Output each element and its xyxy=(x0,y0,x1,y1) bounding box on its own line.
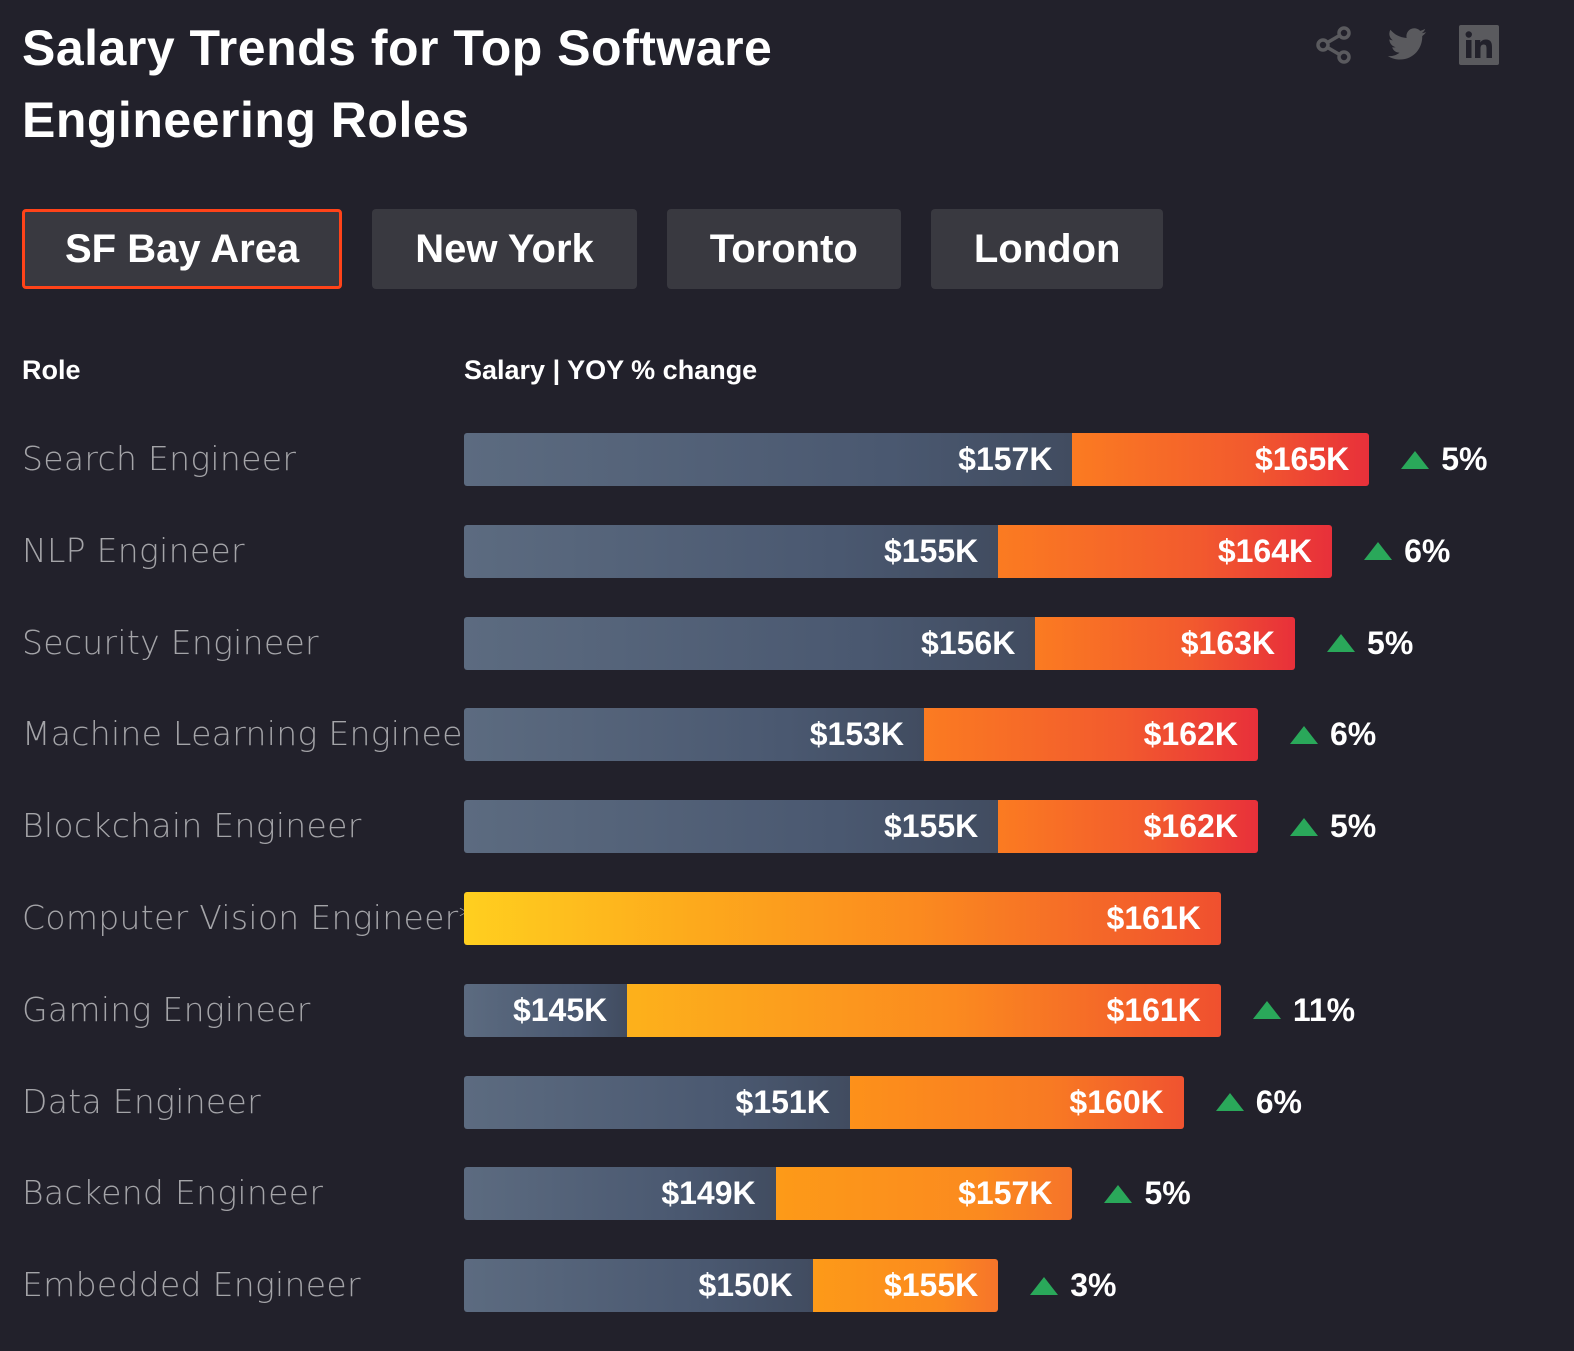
salary-bar[interactable]: $156K $163K xyxy=(464,616,1296,670)
up-arrow-icon xyxy=(1289,725,1318,744)
yoy-change-value: 5% xyxy=(1144,1175,1191,1212)
yoy-change-value: 6% xyxy=(1329,716,1377,753)
role-label: Machine Learning Engineer xyxy=(22,714,477,754)
up-arrow-icon xyxy=(1364,542,1393,561)
yoy-change: 5% xyxy=(1401,433,1487,486)
salary-chart: Search Engineer $157K $165K 5% NLP Engineer $… xyxy=(0,433,1574,1351)
yoy-change-value: 5% xyxy=(1367,624,1414,661)
twitter-icon[interactable] xyxy=(1386,24,1428,66)
yoy-change-value: 5% xyxy=(1329,808,1377,845)
location-tabs: SF Bay Area New York Toronto London xyxy=(22,209,1164,289)
up-arrow-icon xyxy=(1104,1184,1133,1203)
role-label: Blockchain Engineer xyxy=(22,806,362,846)
share-icon[interactable] xyxy=(1314,24,1356,66)
up-arrow-icon xyxy=(1215,1093,1244,1112)
column-header-salary: Salary | YOY % change xyxy=(464,355,758,385)
current-salary-label: $162K xyxy=(1143,808,1238,845)
salary-bar[interactable]: $145K $161K xyxy=(464,983,1221,1037)
current-salary-label: $165K xyxy=(1254,441,1350,477)
chart-row: Embedded Engineer $150K $155K 3% xyxy=(0,1259,1574,1351)
previous-salary-label: $151K xyxy=(735,1083,830,1120)
salary-bar[interactable]: $153K $162K xyxy=(464,708,1258,762)
salary-bar[interactable]: $151K $160K xyxy=(464,1075,1184,1129)
chart-row: Blockchain Engineer $155K $162K 5% xyxy=(0,800,1574,892)
yoy-change: 6% xyxy=(1364,525,1450,578)
yoy-change: 5% xyxy=(1104,1167,1191,1220)
yoy-change-value: 5% xyxy=(1441,441,1488,477)
chart-row: Data Engineer $151K $160K 6% xyxy=(0,1075,1574,1168)
role-label: Security Engineer xyxy=(22,622,319,662)
previous-salary-label: $156K xyxy=(921,624,1016,661)
previous-salary-label: $145K xyxy=(512,991,608,1028)
up-arrow-icon xyxy=(1252,1001,1281,1020)
current-salary-label: $163K xyxy=(1180,624,1276,661)
tab-london[interactable]: London xyxy=(930,209,1164,289)
column-header-role: Role xyxy=(22,355,81,385)
chart-row: Security Engineer $156K $163K 5% xyxy=(0,616,1574,709)
up-arrow-icon xyxy=(1030,1276,1059,1295)
previous-salary-label: $157K xyxy=(958,441,1053,477)
yoy-change: 6% xyxy=(1289,708,1377,761)
chart-row: Backend Engineer $149K $157K 5% xyxy=(0,1167,1574,1259)
role-label: Embedded Engineer xyxy=(22,1265,361,1305)
salary-bar[interactable]: $155K $164K xyxy=(464,524,1333,578)
salary-bar[interactable]: $161K xyxy=(464,891,1221,945)
salary-bar[interactable]: $155K $162K xyxy=(464,800,1258,854)
yoy-change-value: 6% xyxy=(1404,532,1451,569)
current-salary-label: $160K xyxy=(1069,1083,1164,1120)
chart-row: Search Engineer $157K $165K 5% xyxy=(0,433,1574,525)
chart-row: NLP Engineer $155K $164K 6% xyxy=(0,524,1574,617)
yoy-change: 5% xyxy=(1327,617,1413,670)
yoy-change: 5% xyxy=(1289,800,1377,853)
tab-new-york[interactable]: New York xyxy=(372,209,637,289)
up-arrow-icon xyxy=(1401,450,1430,469)
current-salary-label: $161K xyxy=(1106,991,1201,1028)
chart-row: Machine Learning Engineer $153K $162K 6% xyxy=(0,708,1574,800)
role-label: Gaming Engineer xyxy=(22,989,311,1029)
yoy-change: 11% xyxy=(1252,984,1356,1037)
yoy-change: 6% xyxy=(1215,1076,1302,1129)
current-salary-label: $162K xyxy=(1143,716,1238,753)
salary-bar[interactable]: $150K $155K xyxy=(464,1259,999,1313)
up-arrow-icon xyxy=(1289,817,1318,836)
yoy-change-value: 3% xyxy=(1070,1267,1117,1304)
tab-toronto[interactable]: Toronto xyxy=(666,209,901,289)
share-bar xyxy=(1314,24,1500,66)
current-salary-label: $157K xyxy=(958,1175,1053,1212)
role-label: Computer Vision Engineer* xyxy=(22,897,476,937)
current-salary-label: $164K xyxy=(1217,532,1313,569)
previous-salary-label: $150K xyxy=(698,1267,793,1304)
role-label: NLP Engineer xyxy=(22,530,245,570)
yoy-change-value: 6% xyxy=(1255,1083,1302,1120)
up-arrow-icon xyxy=(1327,634,1356,653)
salary-bar[interactable]: $149K $157K xyxy=(464,1167,1073,1221)
yoy-change-value: 11% xyxy=(1292,991,1356,1028)
current-salary-label: $161K xyxy=(1106,899,1201,936)
previous-salary-label: $153K xyxy=(809,716,905,753)
previous-salary-label: $149K xyxy=(661,1175,756,1212)
chart-row: Computer Vision Engineer* $161K xyxy=(0,891,1574,984)
role-label: Search Engineer xyxy=(22,439,297,478)
previous-salary-label: $155K xyxy=(883,532,979,569)
tab-sf-bay-area[interactable]: SF Bay Area xyxy=(22,209,343,289)
salary-bar[interactable]: $157K $165K xyxy=(464,433,1370,486)
linkedin-icon[interactable] xyxy=(1458,24,1500,66)
chart-row: Gaming Engineer $145K $161K 11% xyxy=(0,983,1574,1076)
role-label: Backend Engineer xyxy=(22,1173,324,1213)
current-salary-label: $155K xyxy=(883,1267,979,1304)
previous-salary-label: $155K xyxy=(883,808,979,845)
page-title: Salary Trends for Top Software Engineeri… xyxy=(22,20,773,148)
role-label: Data Engineer xyxy=(22,1081,262,1121)
yoy-change: 3% xyxy=(1030,1259,1116,1312)
